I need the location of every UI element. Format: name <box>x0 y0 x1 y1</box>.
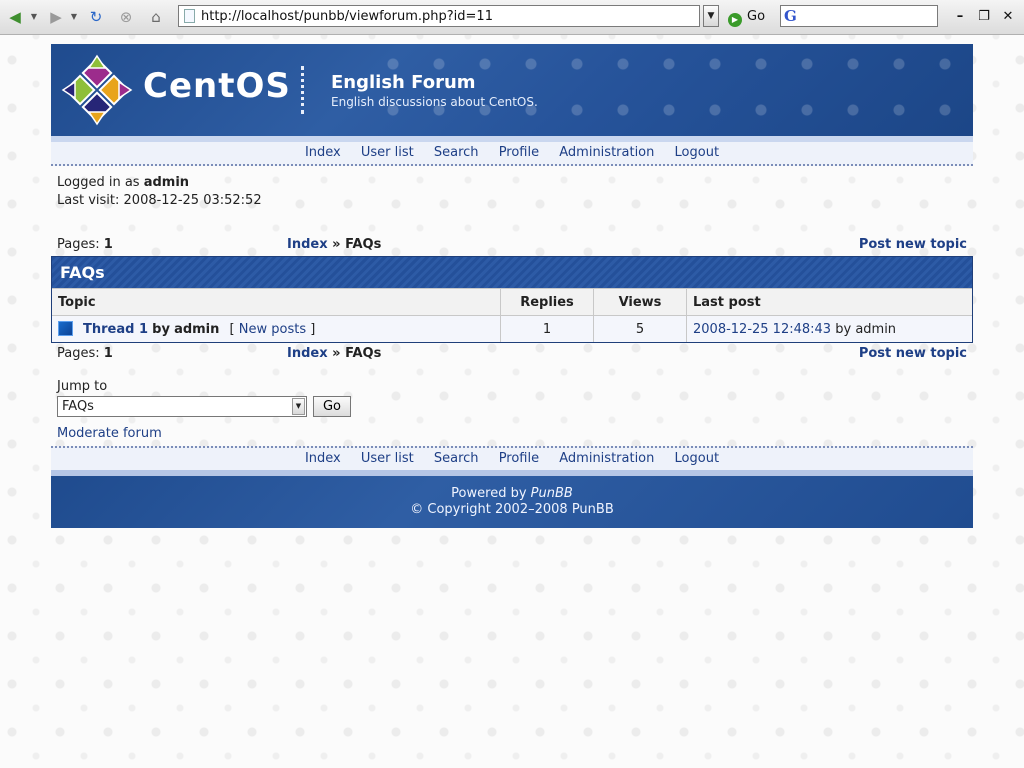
nav-user-list-bottom[interactable]: User list <box>361 451 414 466</box>
site-logo-text: CentOS <box>143 66 291 106</box>
go-arrow-icon: ▶ <box>728 13 742 27</box>
back-arrow-icon[interactable]: ◀ <box>5 7 25 27</box>
stop-icon[interactable]: ⊗ <box>116 7 136 27</box>
column-header-views: Views <box>593 288 687 316</box>
jump-to-label: Jump to <box>57 379 108 394</box>
top-navigation: Index User list Search Profile Administr… <box>51 136 973 166</box>
logged-in-line: Logged in as admin <box>57 175 190 190</box>
nav-logout-bottom[interactable]: Logout <box>675 451 720 466</box>
forum-heading: FAQs <box>52 257 972 288</box>
new-posts-link[interactable]: New posts <box>239 322 306 337</box>
column-header-topic: Topic <box>52 288 501 316</box>
topic-author: admin <box>174 322 220 337</box>
forum-select[interactable]: FAQs ▼ <box>57 396 307 417</box>
topics-table: Topic Replies Views Last post Thread 1 b… <box>52 288 972 342</box>
breadcrumb-current: FAQs <box>345 237 382 252</box>
pagination: Pages: 1 <box>57 237 113 252</box>
site-footer: Powered by PunBB © Copyright 2002–2008 P… <box>51 470 973 528</box>
nav-index-bottom[interactable]: Index <box>305 451 341 466</box>
chevron-down-icon[interactable]: ▼ <box>292 398 305 415</box>
back-history-dropdown-icon[interactable]: ▼ <box>30 9 38 25</box>
breadcrumb-bottom: Index » FAQs <box>287 346 382 361</box>
user-info: Logged in as admin Last visit: 2008-12-2… <box>51 166 973 234</box>
table-row: Thread 1 by admin [ New posts ] 1 5 2008… <box>52 315 972 342</box>
new-posts-status-icon <box>58 321 73 336</box>
forward-history-dropdown-icon[interactable]: ▼ <box>70 9 78 25</box>
web-search-input[interactable]: G <box>780 5 938 27</box>
post-new-topic-link[interactable]: Post new topic <box>859 234 967 256</box>
column-header-last-post: Last post <box>686 288 972 316</box>
pagination-bottom: Pages: 1 <box>57 346 113 361</box>
nav-logout[interactable]: Logout <box>675 145 720 160</box>
minimize-icon[interactable]: – <box>952 8 968 26</box>
topic-cell: Thread 1 by admin [ New posts ] <box>52 315 501 342</box>
nav-profile-bottom[interactable]: Profile <box>499 451 539 466</box>
forward-arrow-icon[interactable]: ▶ <box>46 7 66 27</box>
last-visit-time: 2008-12-25 03:52:52 <box>123 193 262 208</box>
nav-administration[interactable]: Administration <box>559 145 654 160</box>
forum-select-value: FAQs <box>62 399 94 414</box>
topic-list-block: FAQs Topic Replies Views Last post Threa… <box>51 256 973 343</box>
current-page-bottom: 1 <box>103 346 113 361</box>
powered-by-line: Powered by PunBB <box>451 486 573 501</box>
home-icon[interactable]: ⌂ <box>146 7 166 27</box>
last-post-cell: 2008-12-25 12:48:43 by admin <box>686 315 972 342</box>
new-posts-tag: [ New posts ] <box>229 322 316 337</box>
site-banner: CentOS English Forum English discussions… <box>51 44 973 136</box>
breadcrumb-index-link[interactable]: Index <box>287 237 328 252</box>
last-visit-line: Last visit: 2008-12-25 03:52:52 <box>57 193 262 208</box>
last-post-link[interactable]: 2008-12-25 12:48:43 <box>693 322 831 337</box>
bottom-links-row: Pages: 1 Index » FAQs Post new topic <box>51 343 973 365</box>
url-history-dropdown-icon[interactable]: ▼ <box>703 5 719 27</box>
moderate-forum-link[interactable]: Moderate forum <box>51 426 973 446</box>
breadcrumb-current-bottom: FAQs <box>345 346 382 361</box>
topic-title-link[interactable]: Thread 1 <box>83 322 148 337</box>
current-page: 1 <box>103 237 113 252</box>
nav-index[interactable]: Index <box>305 145 341 160</box>
views-cell: 5 <box>593 315 687 342</box>
post-new-topic-link-bottom[interactable]: Post new topic <box>859 343 967 365</box>
reload-icon[interactable]: ↻ <box>86 7 106 27</box>
nav-user-list[interactable]: User list <box>361 145 414 160</box>
page-icon <box>184 9 195 23</box>
browser-toolbar: ◀ ▼ ▶ ▼ ↻ ⊗ ⌂ ▼ ▶Go G – ❐ ✕ <box>0 0 1024 35</box>
jump-to-form: Jump to FAQs ▼ Go <box>51 379 973 420</box>
bottom-navigation: Index User list Search Profile Administr… <box>51 446 973 470</box>
breadcrumb: Index » FAQs <box>287 237 382 252</box>
breadcrumb-index-link-bottom[interactable]: Index <box>287 346 328 361</box>
go-button[interactable]: ▶ Go <box>728 7 765 27</box>
forum-title: English Forum <box>331 72 476 93</box>
address-bar[interactable] <box>178 5 700 27</box>
forum-page: CentOS English Forum English discussions… <box>51 44 973 528</box>
table-header-row: Topic Replies Views Last post <box>52 288 972 316</box>
forum-description: English discussions about CentOS. <box>331 95 538 109</box>
restore-icon[interactable]: ❐ <box>976 8 992 26</box>
nav-search-bottom[interactable]: Search <box>434 451 479 466</box>
column-header-replies: Replies <box>500 288 594 316</box>
url-input[interactable] <box>201 7 691 25</box>
nav-search[interactable]: Search <box>434 145 479 160</box>
nav-administration-bottom[interactable]: Administration <box>559 451 654 466</box>
nav-profile[interactable]: Profile <box>499 145 539 160</box>
copyright-line: © Copyright 2002–2008 PunBB <box>410 502 614 517</box>
replies-cell: 1 <box>500 315 594 342</box>
jump-to-row: FAQs ▼ Go <box>57 396 967 420</box>
username: admin <box>143 175 190 190</box>
punbb-link[interactable]: PunBB <box>531 486 573 501</box>
close-icon[interactable]: ✕ <box>1000 8 1016 26</box>
logo-separator <box>301 66 304 114</box>
top-links-row: Pages: 1 Index » FAQs Post new topic <box>51 234 973 256</box>
centos-logo-icon <box>61 54 133 126</box>
last-post-author: admin <box>855 321 897 337</box>
jump-go-button[interactable]: Go <box>313 396 351 417</box>
google-search-icon[interactable]: G <box>784 7 797 25</box>
